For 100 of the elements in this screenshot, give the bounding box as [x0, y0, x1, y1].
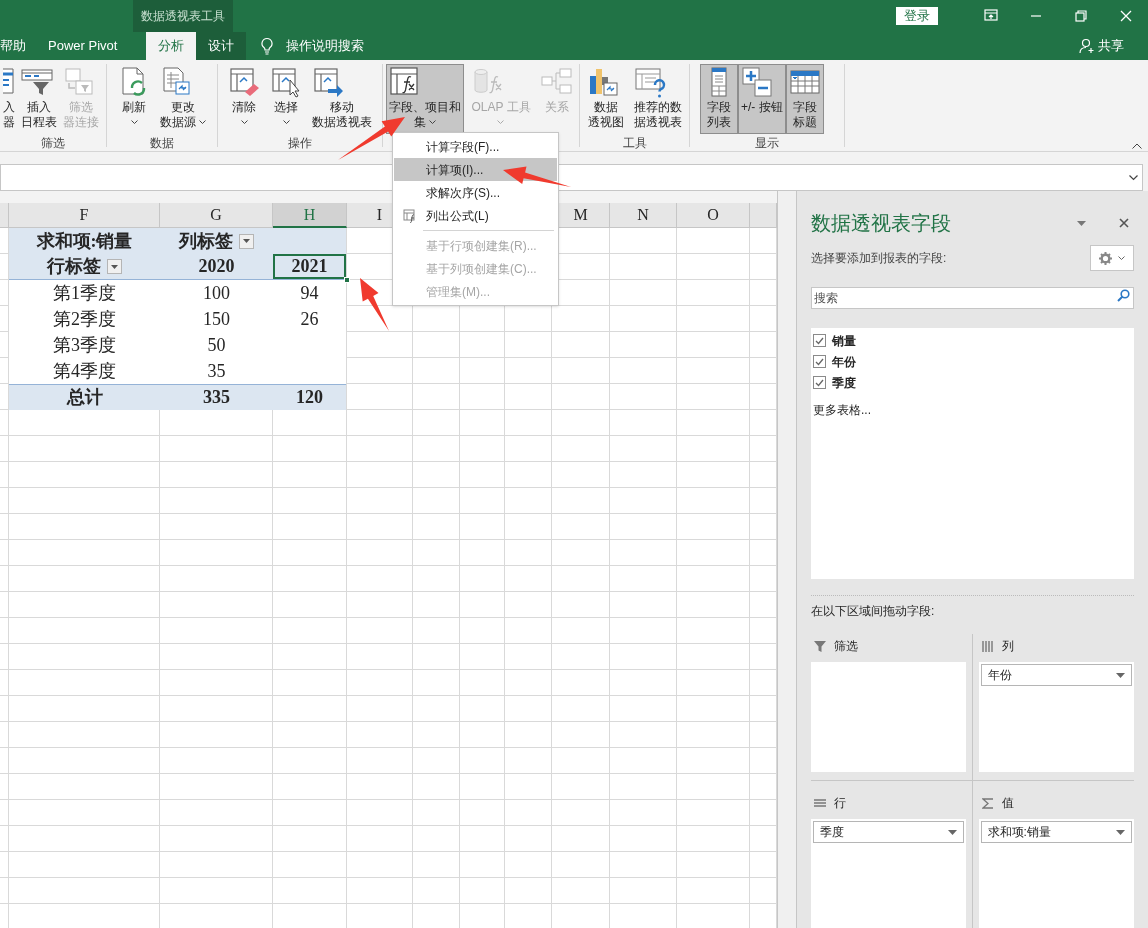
panel-title: 数据透视表字段	[811, 211, 951, 237]
active-cell[interactable]: 2021	[273, 254, 346, 279]
ribbon-button[interactable]: 推荐的数 据透视表	[630, 64, 685, 134]
field-pill[interactable]: 年份	[980, 664, 1132, 686]
plus-minus-icon	[741, 66, 773, 98]
ribbon-button[interactable]: 移动 数据透视表	[309, 64, 375, 134]
area-label: 行	[834, 795, 846, 812]
expand-chevron-icon[interactable]	[1129, 174, 1138, 181]
group-label: 显示	[755, 135, 779, 152]
caret-down-icon	[1116, 829, 1125, 835]
ribbon-button[interactable]: 字段 列表	[700, 64, 738, 134]
person-add-icon	[1079, 38, 1095, 54]
field-label[interactable]: 季度	[832, 373, 856, 392]
group-label: 工具	[622, 135, 647, 152]
field-pill[interactable]: 季度	[813, 821, 964, 843]
formula-list-icon	[403, 208, 417, 223]
share-button[interactable]: 共享	[1079, 32, 1124, 60]
close-icon[interactable]	[1119, 218, 1129, 229]
ribbon-tab[interactable]: 设计	[196, 32, 246, 60]
field-pill[interactable]: 求和项:销量	[980, 821, 1132, 843]
group-label: 筛选	[41, 135, 65, 152]
table-document-icon	[160, 66, 192, 98]
ribbon-button[interactable]: 选择	[267, 64, 305, 134]
ribbon-button[interactable]: 插入 日程表	[18, 64, 60, 134]
checkbox[interactable]	[813, 334, 826, 348]
table-cell-text: 35	[207, 359, 226, 383]
checkmark-icon	[815, 357, 824, 366]
ribbon-display-icon[interactable]	[982, 8, 999, 24]
table-arrow-icon	[312, 66, 344, 98]
checkbox[interactable]	[813, 355, 826, 369]
menu-item[interactable]: 计算字段(F)...	[394, 135, 557, 158]
annotation-arrow	[503, 166, 571, 187]
checkbox[interactable]	[813, 376, 826, 390]
checkmark-icon	[815, 378, 824, 387]
ribbon-tab[interactable]: Power Pivot	[30, 32, 143, 60]
drop-area[interactable]: 年份	[978, 662, 1134, 772]
area-label: 列	[1001, 638, 1014, 655]
ribbon-button[interactable]: 更改 数据源	[157, 64, 209, 134]
column-header[interactable]: F	[9, 203, 160, 227]
column-header[interactable]: O	[677, 203, 750, 227]
table-cell-text: 100	[203, 281, 230, 305]
fill-handle[interactable]	[344, 277, 350, 283]
group-label: 操作	[288, 135, 312, 152]
drop-area[interactable]: 季度	[811, 819, 966, 928]
pivot-header: 求和项:销量	[36, 229, 133, 253]
ribbon-button[interactable]: 清除	[225, 64, 263, 134]
caret-down-icon	[1118, 255, 1125, 261]
table-cell-text: 150	[203, 307, 230, 331]
caret-down-icon	[1116, 672, 1125, 678]
dropdown-arrow-icon[interactable]	[1077, 220, 1086, 226]
caret-down-icon	[111, 264, 118, 269]
field-label[interactable]: 销量	[832, 331, 856, 350]
table-cell-text: 120	[296, 386, 323, 409]
annotation-arrow	[360, 278, 389, 331]
column-header[interactable]: H	[273, 203, 347, 228]
table-cell-text: 335	[203, 386, 230, 409]
more-tables-link[interactable]: 更多表格...	[813, 401, 871, 420]
tell-me-search[interactable]: 操作说明搜索	[286, 36, 364, 56]
ribbon-button[interactable]: +/- 按钮	[738, 64, 786, 134]
caret-down-icon	[947, 829, 957, 835]
filter-dropdown-button[interactable]	[239, 233, 254, 249]
login-button[interactable]: 登录	[896, 7, 938, 25]
group-label: 数据	[150, 135, 174, 152]
table-cell-text: 第4季度	[53, 359, 116, 383]
caret-down-icon	[243, 239, 250, 243]
area-label: 值	[1001, 795, 1014, 812]
sigma-icon	[981, 797, 994, 809]
drop-area[interactable]: 求和项:销量	[978, 819, 1134, 928]
ribbon-button[interactable]: 字段、项目和 集	[386, 64, 465, 134]
table-cell-text: 第1季度	[53, 281, 116, 305]
menu-item[interactable]: 求解次序(S)...	[394, 181, 557, 204]
ribbon-button[interactable]: 数据 透视图	[584, 64, 627, 134]
table-question-icon	[633, 66, 666, 98]
pivot-header: 行标签	[47, 255, 101, 278]
ribbon-button[interactable]: 字段 标题	[785, 64, 824, 134]
settings-button[interactable]	[1090, 245, 1134, 272]
filter-dropdown-button[interactable]	[107, 259, 122, 274]
pivot-header: 2021	[291, 255, 328, 278]
restore-icon[interactable]	[1072, 8, 1089, 24]
rows-icon	[814, 797, 826, 809]
lightbulb-icon	[260, 37, 274, 55]
collapse-ribbon-icon[interactable]	[1132, 143, 1142, 149]
table-cell-text: 第3季度	[53, 333, 116, 357]
ribbon-tab[interactable]: 分析	[146, 32, 196, 60]
search-field[interactable]: 搜索	[811, 287, 1134, 310]
scrollbar[interactable]	[777, 191, 797, 928]
pivot-header: 2020	[198, 255, 235, 278]
table-cell-text: 94	[300, 281, 319, 305]
column-header[interactable]: N	[610, 203, 677, 227]
table-cell-text: 第2季度	[53, 307, 116, 331]
settings-icon	[1099, 251, 1112, 265]
field-label[interactable]: 年份	[832, 352, 856, 371]
ribbon-button[interactable]: 入 器	[0, 64, 18, 134]
search-icon	[1117, 289, 1130, 303]
ribbon-tab[interactable]: 帮助	[0, 32, 30, 60]
ribbon-button[interactable]: 刷新	[115, 64, 153, 134]
menu-item[interactable]: 计算项(I)...	[394, 158, 557, 181]
drag-hint: 在以下区域间拖动字段:	[811, 603, 935, 620]
contextual-tab-title: 数据透视表工具	[133, 0, 233, 32]
table-eraser-icon	[228, 66, 260, 98]
